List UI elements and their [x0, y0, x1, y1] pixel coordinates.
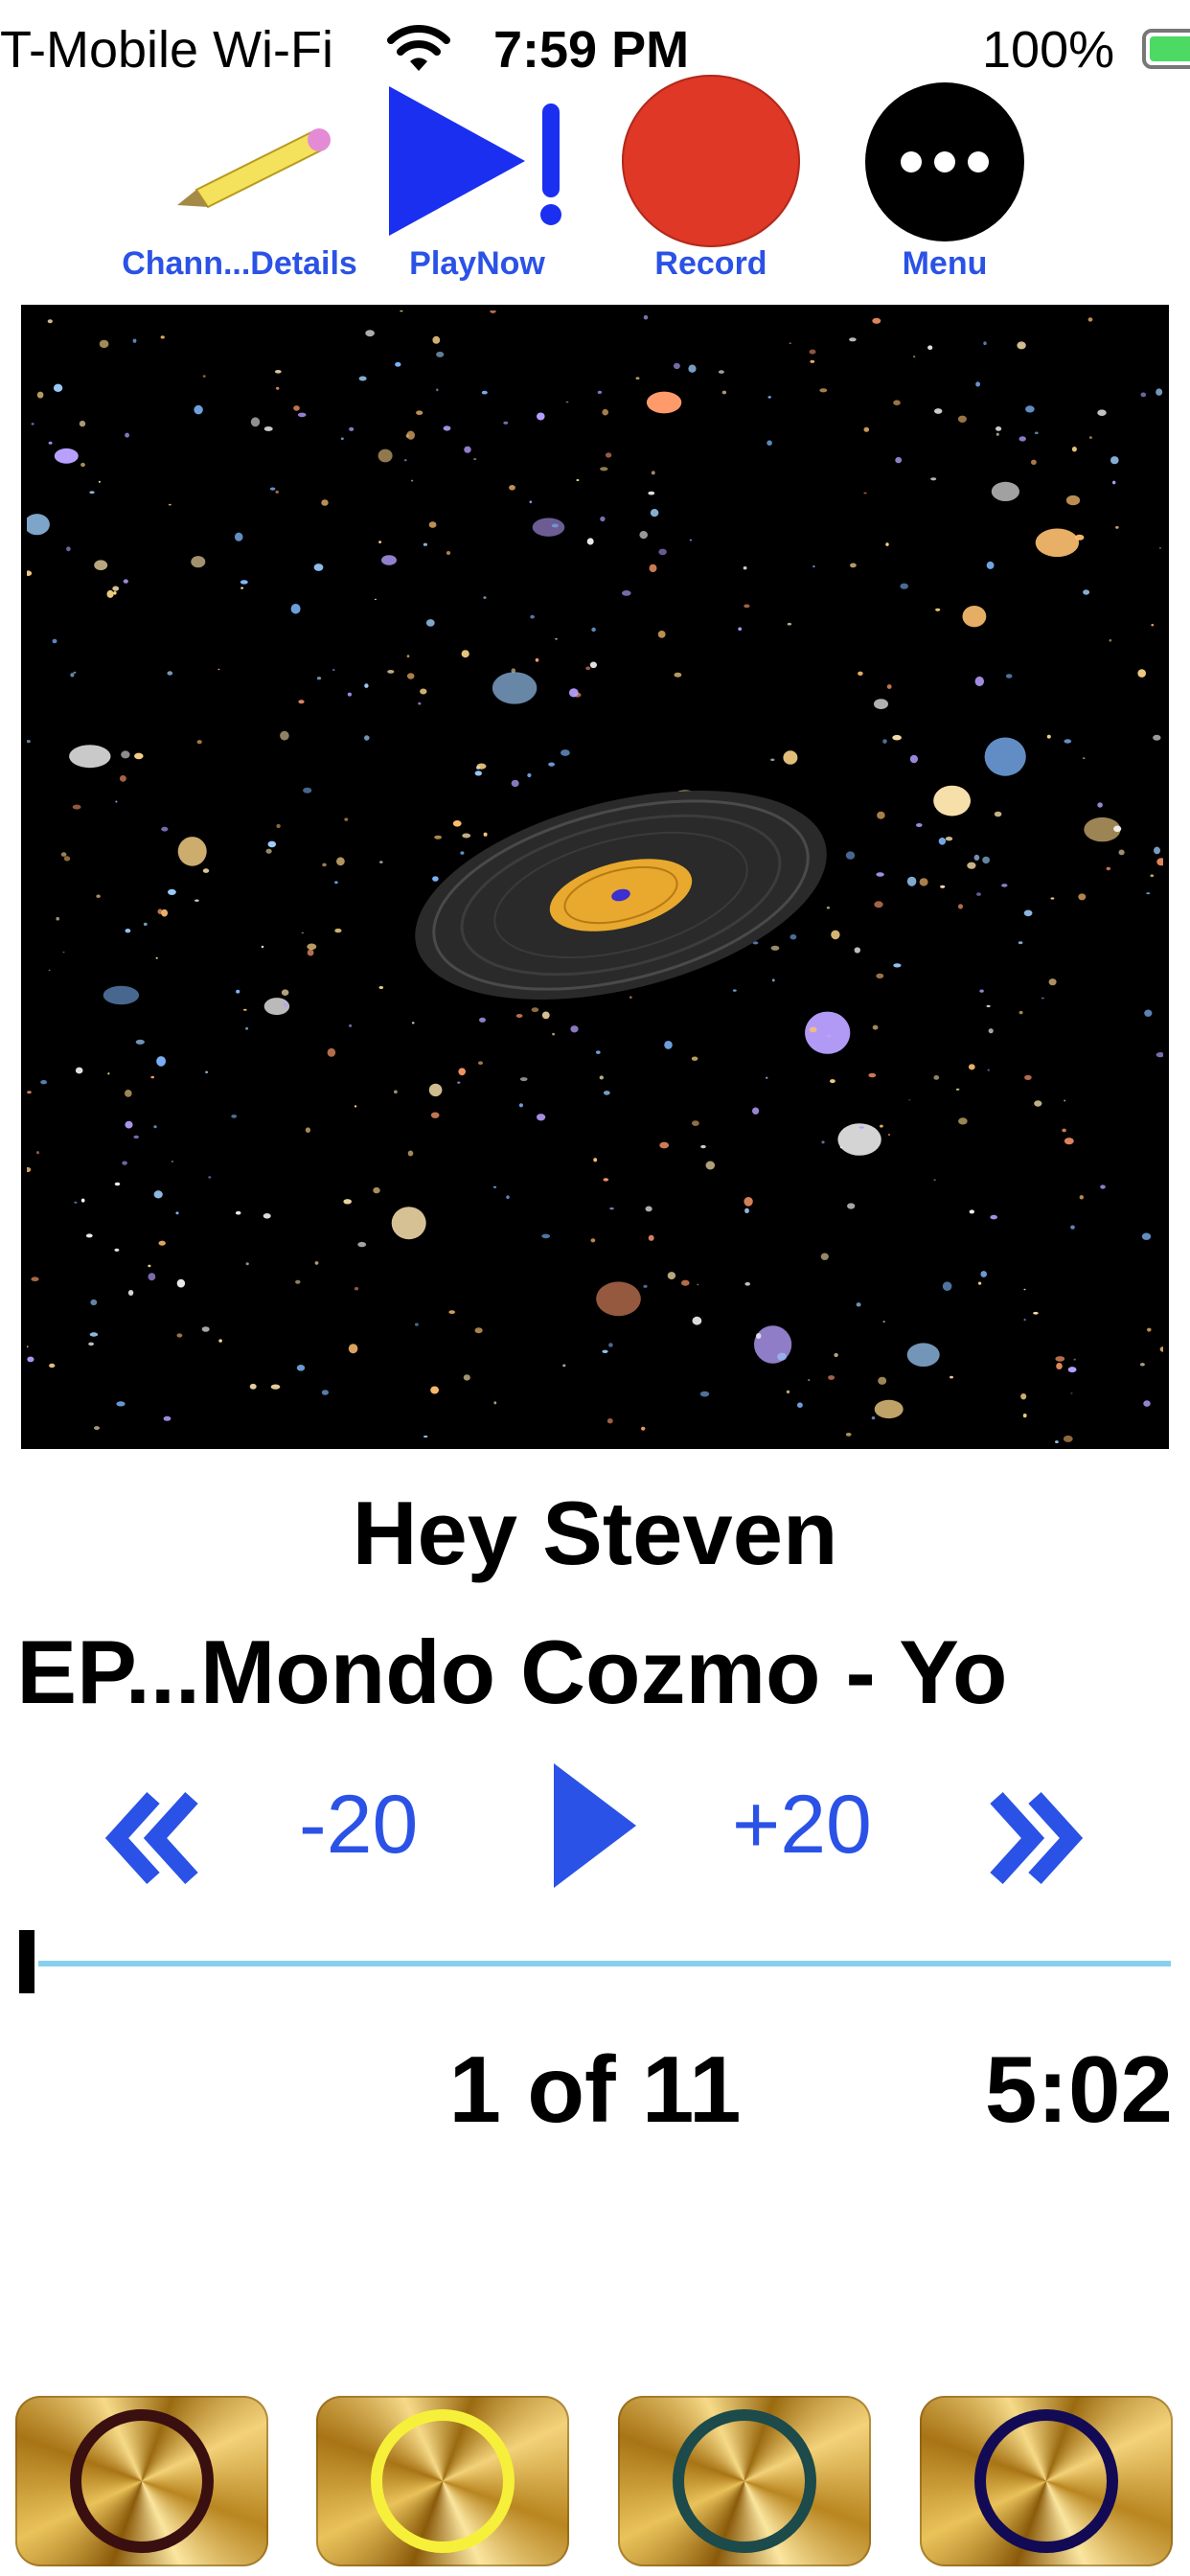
record-button[interactable]	[622, 75, 800, 247]
play-now-button[interactable]	[385, 82, 577, 240]
skip-forward-button[interactable]: +20	[732, 1777, 872, 1873]
play-icon	[554, 1763, 636, 1888]
channel-details-button[interactable]	[168, 105, 335, 211]
wifi-icon	[387, 25, 450, 71]
track-subtitle-text: EP...Mondo Cozmo - Yo	[16, 1622, 1008, 1722]
pencil-icon	[177, 128, 331, 209]
battery-percent: 100%	[982, 21, 1115, 79]
fast-forward-button[interactable]	[989, 1790, 1085, 1886]
status-carrier: T-Mobile Wi-Fi	[0, 21, 333, 79]
track-title: Hey Steven	[352, 1483, 838, 1583]
vinyl-record-icon	[415, 791, 827, 1000]
preset-button-4[interactable]	[920, 2396, 1173, 2566]
preset-button-2[interactable]	[316, 2396, 569, 2566]
progress-track[interactable]	[38, 1961, 1171, 1966]
ring-icon	[371, 2409, 515, 2553]
rewind-button[interactable]	[103, 1790, 199, 1886]
play-exclamation-icon	[389, 86, 561, 236]
menu-label[interactable]: Menu	[903, 245, 988, 283]
play-now-label[interactable]: PlayNow	[409, 245, 545, 283]
menu-button[interactable]	[865, 82, 1024, 242]
track-subtitle: · EP...Mondo Cozmo - Yo	[0, 1620, 1007, 1725]
preset-button-1[interactable]	[15, 2396, 268, 2566]
progress-thumb[interactable]	[19, 1930, 34, 1993]
status-time: 7:59 PM	[493, 21, 690, 79]
play-button[interactable]	[554, 1763, 636, 1888]
track-duration: 5:02	[984, 2036, 1173, 2142]
ellipsis-icon	[865, 82, 1024, 242]
skip-back-button[interactable]: -20	[299, 1777, 418, 1873]
channel-details-label[interactable]: Chann...Details	[122, 245, 357, 283]
ring-icon	[974, 2409, 1118, 2553]
record-icon	[622, 75, 800, 247]
battery-icon	[1142, 29, 1190, 69]
chevron-double-left-icon	[104, 1791, 198, 1885]
track-subtitle-marquee: · EP...Mondo Cozmo - Yo	[0, 1620, 1190, 1735]
record-label[interactable]: Record	[654, 245, 767, 283]
preset-button-3[interactable]	[618, 2396, 871, 2566]
ring-icon	[70, 2409, 214, 2553]
marquee-bullet: ·	[0, 1622, 16, 1722]
ring-icon	[673, 2409, 816, 2553]
chevron-double-right-icon	[990, 1791, 1084, 1885]
album-artwork	[21, 305, 1169, 1449]
